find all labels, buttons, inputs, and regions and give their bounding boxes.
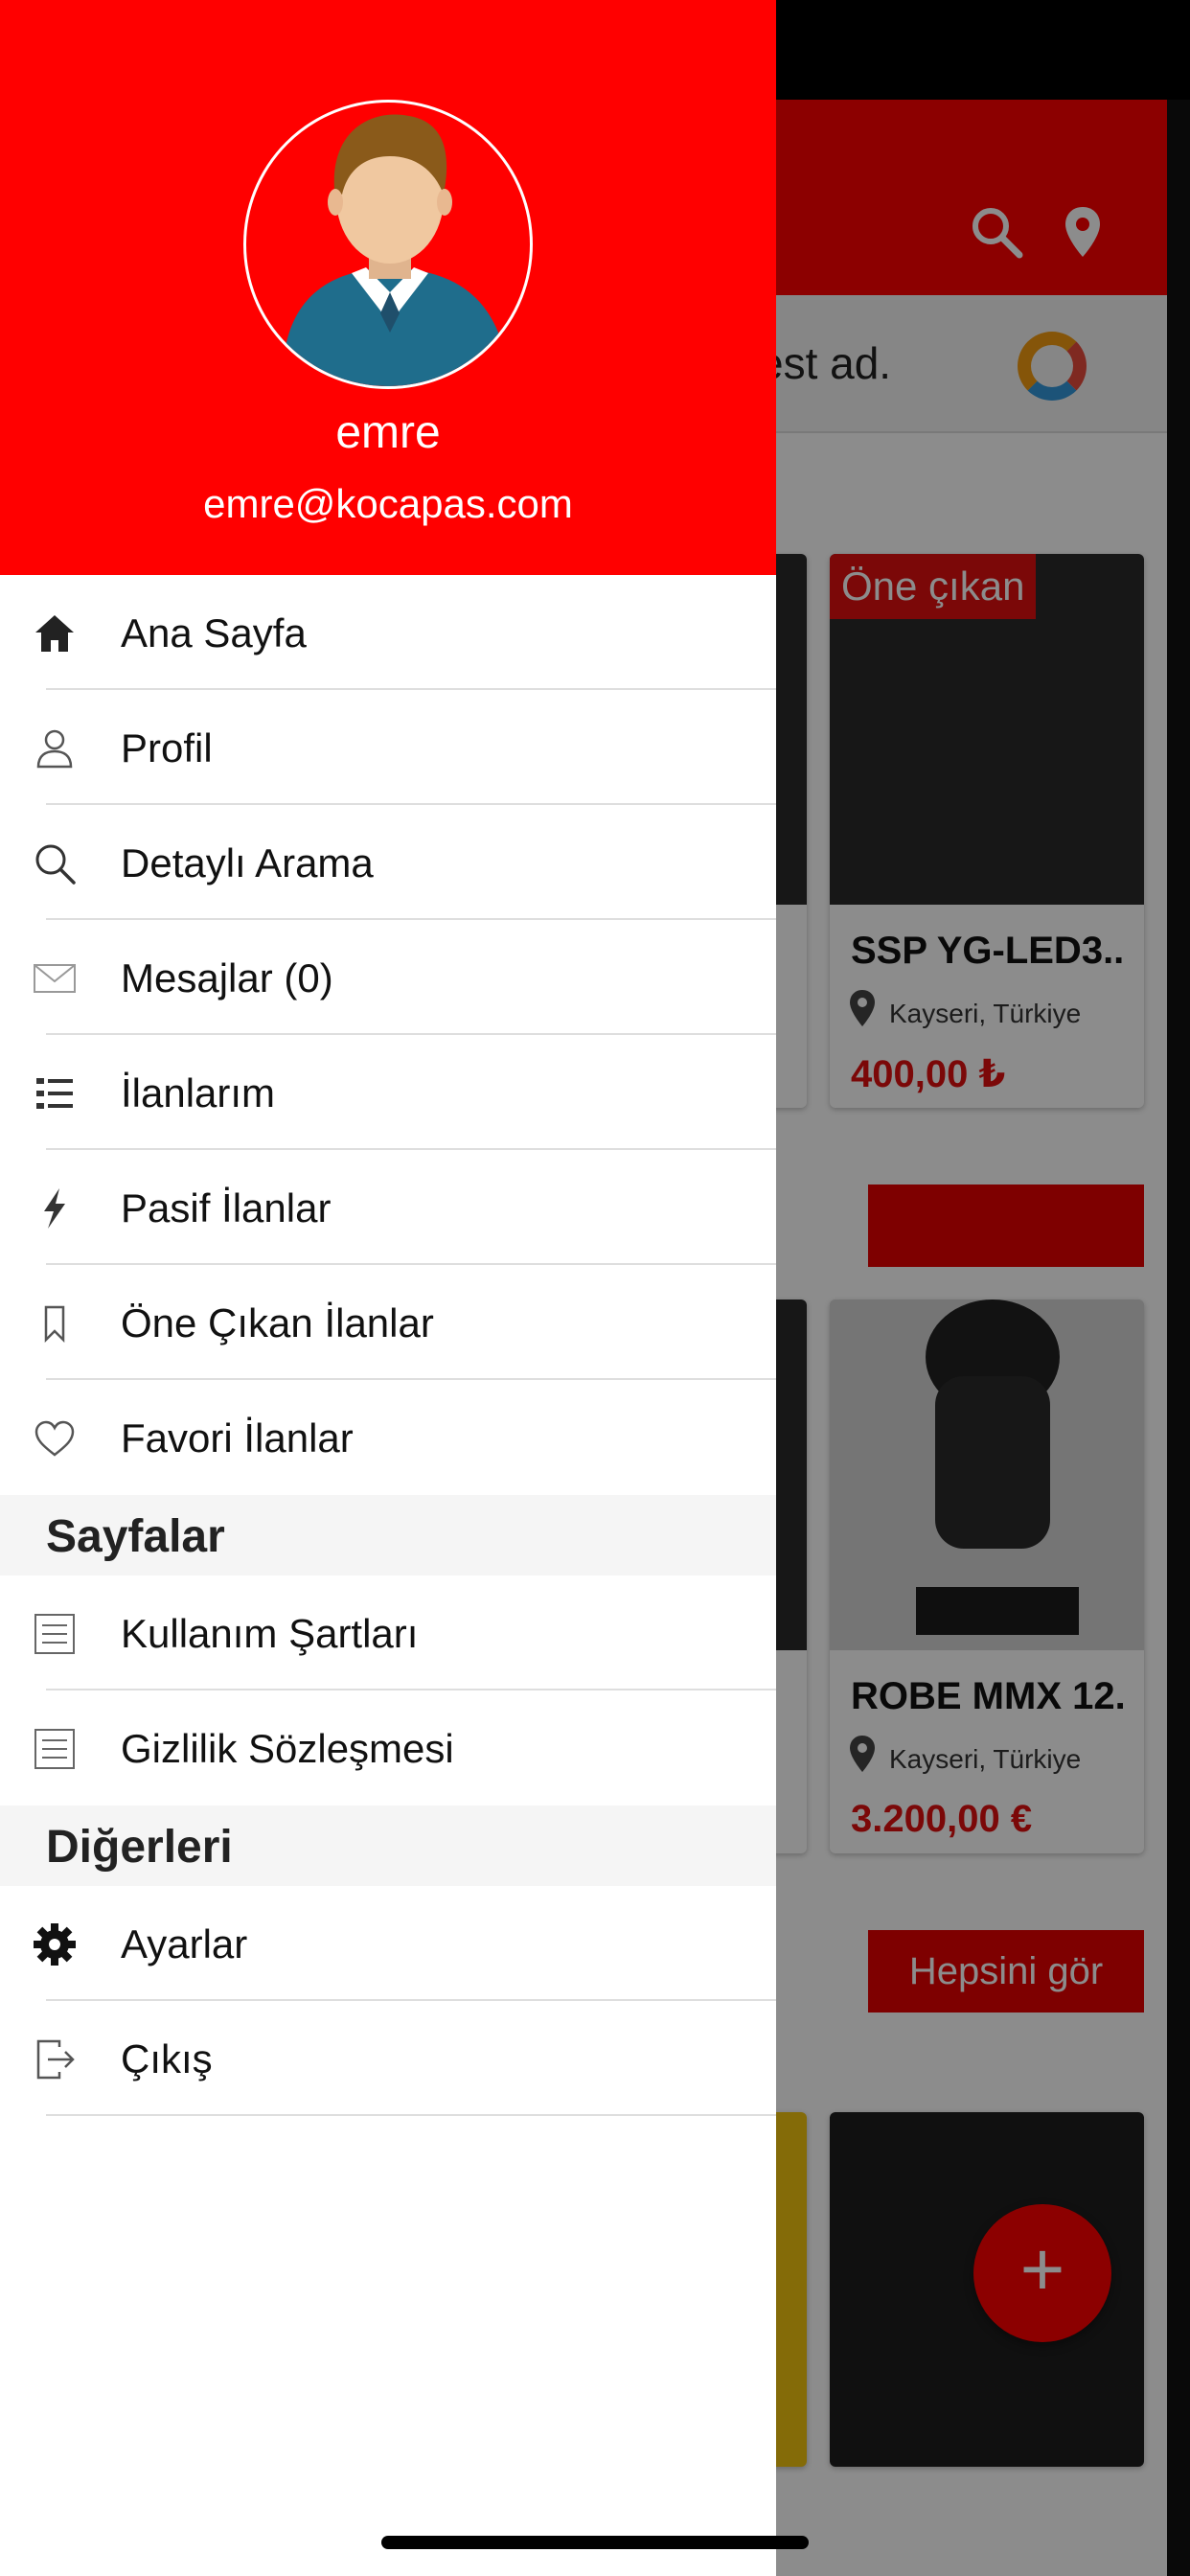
menu-item-settings[interactable]: Ayarlar <box>0 1886 776 2001</box>
section-header-pages: Sayfalar <box>0 1495 776 1576</box>
menu-item-label: Çıkış <box>121 2036 213 2082</box>
heart-icon <box>33 1416 77 1460</box>
document-icon <box>33 1612 77 1656</box>
menu-item-label: Detaylı Arama <box>121 840 374 886</box>
menu-item-label: İlanlarım <box>121 1070 276 1116</box>
menu-item-label: Kullanım Şartları <box>121 1611 419 1656</box>
menu-item-favorite-listings[interactable]: Favori İlanlar <box>0 1380 776 1495</box>
menu-item-label: Öne Çıkan İlanlar <box>121 1300 434 1346</box>
menu-item-terms-of-use[interactable]: Kullanım Şartları <box>0 1576 776 1690</box>
gear-icon <box>33 1922 77 1966</box>
menu-item-label: Gizlilik Sözleşmesi <box>121 1726 454 1771</box>
menu-item-messages[interactable]: Mesajlar (0) <box>0 920 776 1035</box>
menu-item-profile[interactable]: Profil <box>0 690 776 805</box>
menu-item-featured-listings[interactable]: Öne Çıkan İlanlar <box>0 1265 776 1380</box>
menu-item-label: Mesajlar (0) <box>121 955 333 1000</box>
home-icon <box>33 611 77 656</box>
menu-item-label: Pasif İlanlar <box>121 1185 332 1230</box>
menu-item-label: Favori İlanlar <box>121 1415 354 1460</box>
search-icon <box>33 841 77 886</box>
menu-item-label: Ana Sayfa <box>121 610 307 656</box>
home-indicator[interactable] <box>381 2536 809 2549</box>
avatar[interactable] <box>243 100 533 389</box>
user-email: emre@kocapas.com <box>203 481 573 526</box>
mail-icon <box>33 956 77 1000</box>
menu-item-my-listings[interactable]: İlanlarım <box>0 1035 776 1150</box>
menu-item-privacy-agreement[interactable]: Gizlilik Sözleşmesi <box>0 1690 776 1806</box>
menu-item-label: Ayarlar <box>121 1921 248 1966</box>
bolt-icon <box>33 1186 77 1230</box>
navigation-drawer: emre emre@kocapas.com Ana Sayfa Profil D… <box>0 0 776 2576</box>
list-icon <box>33 1071 77 1116</box>
section-title: Sayfalar <box>46 1511 225 1562</box>
menu-item-home[interactable]: Ana Sayfa <box>0 575 776 690</box>
user-avatar-icon <box>285 114 505 386</box>
user-name: emre <box>335 407 441 458</box>
section-title: Diğerleri <box>46 1822 233 1873</box>
logout-icon <box>33 2037 77 2082</box>
menu-item-detailed-search[interactable]: Detaylı Arama <box>0 805 776 920</box>
drawer-header: emre emre@kocapas.com <box>0 0 776 575</box>
bookmark-icon <box>33 1301 77 1346</box>
user-icon <box>33 726 77 770</box>
divider <box>46 2114 776 2116</box>
menu-item-label: Profil <box>121 725 213 770</box>
section-header-others: Diğerleri <box>0 1806 776 1886</box>
document-icon <box>33 1727 77 1771</box>
menu-item-passive-listings[interactable]: Pasif İlanlar <box>0 1150 776 1265</box>
menu-item-logout[interactable]: Çıkış <box>0 2001 776 2116</box>
